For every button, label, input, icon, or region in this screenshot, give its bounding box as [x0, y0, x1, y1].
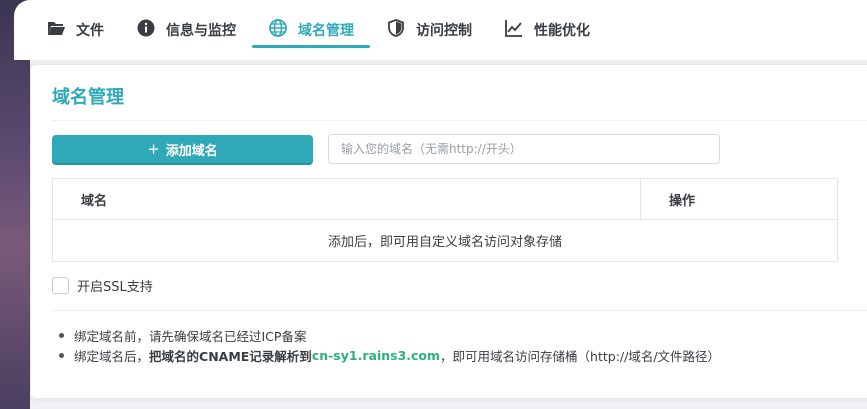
note-text-suffix: ，即可用域名访问存储桶（http://域名/文件路径）	[440, 348, 721, 364]
globe-icon	[268, 18, 288, 42]
plus-icon: +	[147, 140, 160, 158]
tab-label: 文件	[76, 23, 104, 39]
card-title: 域名管理	[52, 87, 124, 108]
divider	[52, 310, 867, 311]
table-header: 域名 操作	[53, 179, 837, 220]
tab-label: 域名管理	[298, 23, 354, 39]
note-text-prefix: 绑定域名后，	[74, 348, 150, 364]
ssl-label: 开启SSL支持	[77, 280, 153, 295]
tab-info-monitor[interactable]: 信息与监控	[120, 0, 252, 60]
ssl-toggle[interactable]: 开启SSL支持	[52, 276, 153, 295]
add-domain-button[interactable]: + 添加域名	[52, 135, 313, 163]
cname-endpoint: cn-sy1.rains3.com	[311, 347, 441, 363]
note-text-bold: 把域名的CNAME记录解析到	[149, 348, 312, 364]
ssl-checkbox[interactable]	[52, 277, 69, 294]
tab-performance[interactable]: 性能优化	[488, 0, 606, 60]
tab-access-control[interactable]: 访问控制	[370, 0, 488, 60]
line-chart-icon	[504, 18, 524, 42]
divider	[52, 120, 867, 121]
domain-table: 域名 操作 添加后，即可用自定义域名访问对象存储	[52, 178, 838, 262]
shield-icon	[386, 18, 406, 42]
background-strip	[0, 0, 30, 409]
table-empty-text: 添加后，即可用自定义域名访问对象存储	[327, 235, 562, 250]
tab-label: 信息与监控	[166, 23, 236, 39]
list-item: 绑定域名后， 把域名的CNAME记录解析到 cn-sy1.rains3.com …	[59, 345, 720, 365]
note-text: 绑定域名前，请先确保域名已经过ICP备案	[74, 328, 307, 344]
bullet	[59, 352, 64, 358]
tab-label: 访问控制	[416, 23, 472, 39]
folder-open-icon	[46, 18, 66, 42]
domain-management-card: 域名管理 + 添加域名 域名 操作 添加后，即可用自定义域名访问对象存储 开启S…	[30, 64, 867, 399]
domain-input[interactable]	[328, 134, 720, 164]
tab-files[interactable]: 文件	[30, 0, 120, 60]
tab-label: 性能优化	[534, 23, 590, 39]
notes-list: 绑定域名前，请先确保域名已经过ICP备案 绑定域名后， 把域名的CNAME记录解…	[59, 325, 720, 365]
column-header-actions: 操作	[669, 193, 696, 209]
bullet	[59, 332, 64, 338]
tab-domain-management[interactable]: 域名管理	[252, 0, 370, 60]
info-circle-icon	[136, 18, 156, 42]
tab-bar: 文件 信息与监控 域名管理 访问控制 性能优化	[14, 0, 867, 60]
list-item: 绑定域名前，请先确保域名已经过ICP备案	[59, 325, 720, 345]
column-header-domain: 域名	[53, 179, 641, 219]
add-domain-button-label: 添加域名	[165, 143, 218, 159]
